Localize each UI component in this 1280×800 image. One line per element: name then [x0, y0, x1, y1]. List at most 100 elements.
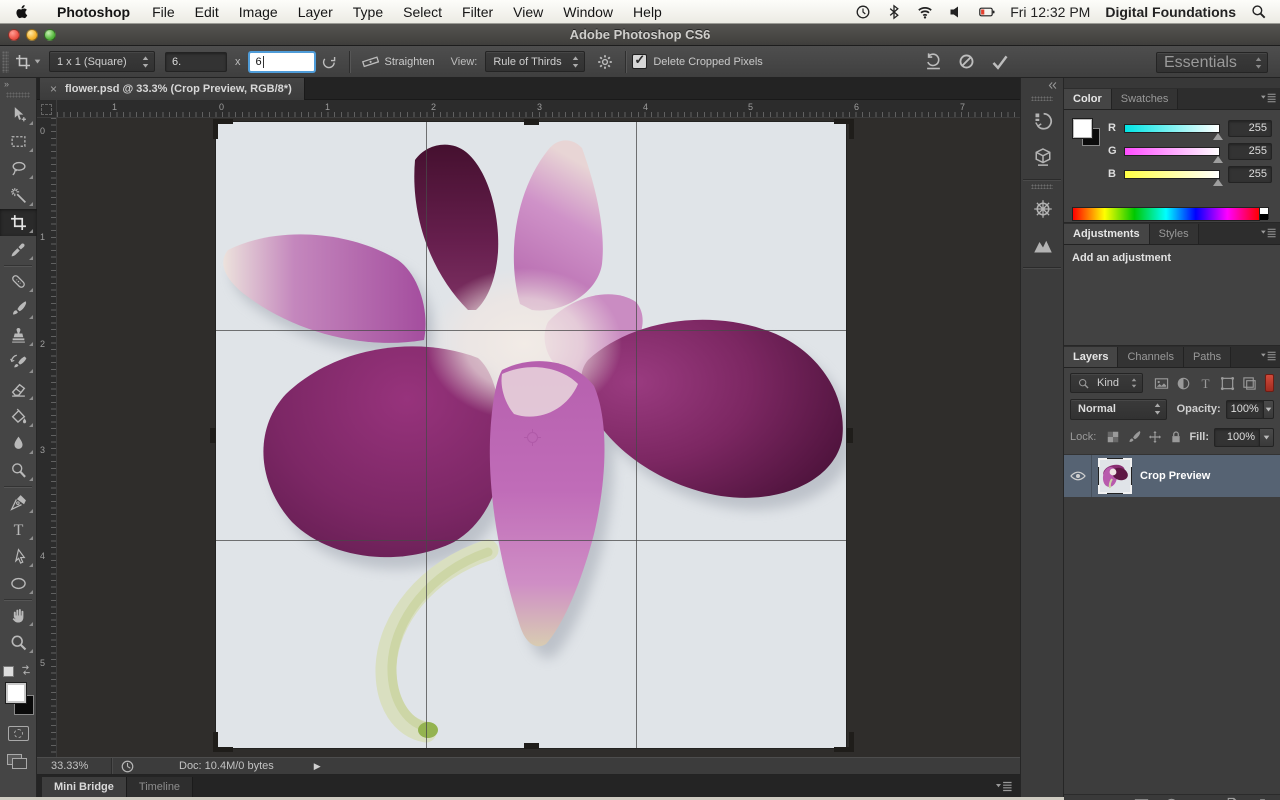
adjustment-photo-filter-icon[interactable] [1176, 294, 1196, 314]
foreground-color-swatch[interactable] [5, 682, 27, 704]
bottom-panel-menu-icon[interactable] [996, 781, 1012, 792]
3d-panel-icon[interactable] [1021, 139, 1065, 175]
crop-handle-bottom-right[interactable] [834, 732, 854, 752]
crop-center-pivot[interactable] [527, 432, 538, 443]
history-panel-icon[interactable] [1021, 103, 1065, 139]
crop-handle-right[interactable] [847, 428, 853, 443]
tool-spot-healing-brush-tool[interactable] [0, 268, 37, 295]
crop-handle-bottom[interactable] [524, 743, 539, 749]
adjustment-brightness-contrast-icon[interactable] [1108, 268, 1128, 288]
tool-blur-tool[interactable] [0, 430, 37, 457]
tool-move-tool[interactable] [0, 101, 37, 128]
filter-shape-layers-icon[interactable] [1217, 374, 1239, 392]
crop-ratio-preset-dropdown[interactable]: 1 x 1 (Square) [49, 51, 155, 72]
panel-menu-icon[interactable] [1261, 351, 1276, 361]
close-document-icon[interactable]: × [50, 82, 57, 96]
menu-file[interactable]: File [142, 4, 185, 20]
menu-select[interactable]: Select [393, 4, 452, 20]
zoom-percent-field[interactable]: 33.33% [51, 760, 103, 772]
panel-menu-icon[interactable] [1261, 228, 1276, 238]
filter-smart-objects-icon[interactable] [1239, 374, 1261, 392]
tool-hand-tool[interactable] [0, 602, 37, 629]
dock-grip[interactable] [1031, 184, 1053, 189]
volume-icon[interactable] [948, 4, 964, 20]
battery-icon[interactable] [979, 4, 995, 20]
swap-crop-dimensions-icon[interactable] [321, 54, 337, 70]
adjustment-exposure-icon[interactable] [1189, 268, 1209, 288]
channel-slider-g[interactable] [1124, 147, 1220, 156]
layer-filter-kind-dropdown[interactable]: Kind [1070, 373, 1143, 393]
layer-thumbnail[interactable] [1098, 458, 1132, 494]
adjustment-selective-color-icon[interactable] [1189, 320, 1209, 340]
expand-panels-icon[interactable] [1021, 78, 1063, 94]
channel-value-g[interactable]: 255 [1228, 143, 1272, 160]
filter-adjustment-layers-icon[interactable] [1173, 374, 1195, 392]
adjustment-vibrance-icon[interactable] [1216, 268, 1236, 288]
lock-all-icon[interactable] [1165, 428, 1186, 446]
color-spectrum-ramp[interactable] [1072, 207, 1260, 221]
tool-rectangular-marquee-tool[interactable] [0, 128, 37, 155]
tool-eyedropper-tool[interactable] [0, 236, 37, 263]
tools-grip[interactable] [6, 92, 30, 98]
channel-value-r[interactable]: 255 [1228, 120, 1272, 137]
adjustment-color-lookup-icon[interactable] [1230, 294, 1250, 314]
lock-transparent-pixels-icon[interactable] [1102, 428, 1123, 446]
tool-brush-tool[interactable] [0, 295, 37, 322]
workspace-switcher[interactable]: Essentials [1156, 52, 1268, 73]
adjustment-gradient-map-icon[interactable] [1216, 320, 1236, 340]
menu-layer[interactable]: Layer [288, 4, 343, 20]
tool-magic-wand-tool[interactable] [0, 182, 37, 209]
tool-clone-stamp-tool[interactable] [0, 322, 37, 349]
screen-mode-button[interactable] [7, 754, 22, 765]
spectrum-white-black-wells[interactable] [1259, 207, 1269, 219]
menu-clock[interactable]: Fri 12:32 PM [1010, 4, 1090, 20]
time-machine-icon[interactable] [855, 4, 871, 20]
menu-photoshop[interactable]: Photoshop [47, 4, 142, 20]
channel-slider-b[interactable] [1124, 170, 1220, 179]
fill-value-field[interactable]: 100% [1214, 428, 1260, 447]
layer-visibility-eye-icon[interactable] [1064, 455, 1092, 497]
opacity-dropdown-button[interactable] [1263, 400, 1274, 419]
cancel-crop-icon[interactable] [958, 53, 975, 70]
tool-ellipse-tool[interactable] [0, 570, 37, 597]
menu-window[interactable]: Window [553, 4, 623, 20]
commit-crop-icon[interactable] [991, 53, 1009, 71]
swap-colors-icon[interactable] [20, 664, 32, 676]
straighten-icon[interactable] [362, 53, 379, 70]
adjustment-channel-mixer-icon[interactable] [1203, 294, 1223, 314]
bottom-tab-timeline[interactable]: Timeline [127, 777, 193, 797]
lock-image-pixels-icon[interactable] [1123, 428, 1144, 446]
slider-thumb[interactable] [1213, 174, 1223, 186]
bluetooth-icon[interactable] [886, 4, 902, 20]
tool-eraser-tool[interactable] [0, 376, 37, 403]
foreground-color-chip[interactable] [1072, 118, 1093, 139]
channel-slider-r[interactable] [1124, 124, 1220, 133]
tool-zoom-tool[interactable] [0, 629, 37, 656]
adjustment-invert-icon[interactable] [1108, 320, 1128, 340]
crop-width-field[interactable]: 6. [165, 52, 227, 72]
default-colors-icon[interactable] [3, 666, 14, 677]
horizontal-ruler[interactable]: 101234567 [57, 100, 1020, 118]
adjustment-color-balance-icon[interactable] [1122, 294, 1142, 314]
menu-image[interactable]: Image [229, 4, 288, 20]
crop-handle-top-right[interactable] [834, 119, 854, 139]
tab-adjustments[interactable]: Adjustments [1064, 224, 1150, 244]
apple-menu-icon[interactable] [14, 4, 29, 19]
crop-options-gear-icon[interactable] [597, 54, 613, 70]
crop-handle-bottom-left[interactable] [213, 732, 233, 752]
channel-value-b[interactable]: 255 [1228, 166, 1272, 183]
lock-position-icon[interactable] [1144, 428, 1165, 446]
adjustment-black-white-icon[interactable] [1149, 294, 1169, 314]
menu-help[interactable]: Help [623, 4, 672, 20]
menu-type[interactable]: Type [343, 4, 393, 20]
tool-pen-tool[interactable] [0, 489, 37, 516]
blend-mode-dropdown[interactable]: Normal [1070, 399, 1167, 420]
spotlight-search-icon[interactable] [1251, 4, 1266, 19]
vertical-ruler[interactable]: 012345 [37, 118, 57, 757]
window-title-bar[interactable]: Adobe Photoshop CS6 [0, 24, 1280, 46]
adjustment-curves-icon[interactable] [1162, 268, 1182, 288]
quick-mask-mode-button[interactable] [8, 726, 29, 741]
tab-styles[interactable]: Styles [1150, 224, 1199, 244]
tool-path-selection-tool[interactable] [0, 543, 37, 570]
adjustment-levels-icon[interactable] [1135, 268, 1155, 288]
